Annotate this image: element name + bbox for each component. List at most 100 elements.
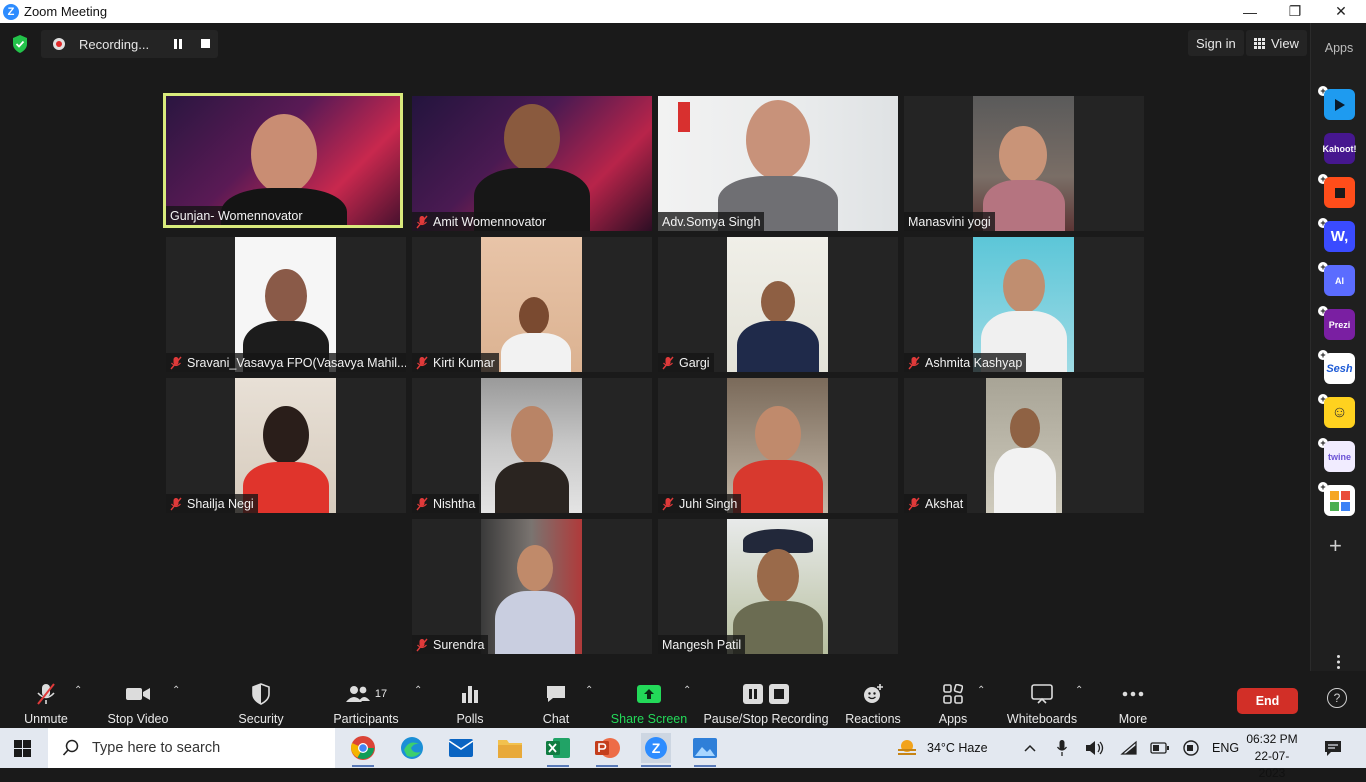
muted-mic-icon	[170, 497, 182, 510]
add-app-plus-icon[interactable]: +	[1329, 533, 1342, 559]
language-indicator[interactable]: ENG	[1212, 728, 1239, 768]
video-tile-somya[interactable]: Adv.Somya Singh	[658, 96, 898, 231]
video-tile-kirti[interactable]: Kirti Kumar	[412, 237, 652, 372]
meet-now-tray-icon[interactable]	[1182, 728, 1200, 768]
collage-app-icon[interactable]	[1324, 485, 1355, 516]
video-tile-akshat[interactable]: Akshat	[904, 378, 1144, 513]
encryption-shield-icon[interactable]	[10, 34, 30, 54]
whiteboards-options-caret-icon[interactable]: ⌃	[1075, 685, 1083, 696]
security-button[interactable]: Security	[234, 671, 288, 728]
unmute-button[interactable]: Unmute	[18, 671, 74, 728]
zoom-taskbar-icon[interactable]: Z	[641, 733, 671, 763]
chrome-taskbar-icon[interactable]	[348, 733, 378, 763]
polls-button[interactable]: Polls	[450, 671, 490, 728]
more-dots-icon	[1122, 691, 1144, 697]
photos-taskbar-icon[interactable]	[690, 733, 720, 763]
reactions-button[interactable]: Reactions	[844, 671, 902, 728]
video-camera-icon	[126, 688, 150, 700]
chat-options-caret-icon[interactable]: ⌃	[585, 685, 593, 696]
chat-button[interactable]: Chat	[536, 671, 576, 728]
share-options-caret-icon[interactable]: ⌃	[683, 685, 691, 696]
video-tile-ashmita[interactable]: Ashmita Kashyap	[904, 237, 1144, 372]
video-tile-gunjan[interactable]: Gunjan- Womennovator	[163, 93, 403, 228]
audio-options-caret-icon[interactable]: ⌃	[74, 685, 82, 696]
volume-tray-icon[interactable]	[1085, 728, 1105, 768]
participant-video	[727, 237, 828, 372]
participant-video	[235, 378, 336, 513]
pause-stop-recording-button[interactable]: Pause/Stop Recording	[703, 671, 829, 728]
apps-options-caret-icon[interactable]: ⌃	[977, 685, 985, 696]
whiteboards-button[interactable]: Whiteboards	[1004, 671, 1080, 728]
battery-tray-icon[interactable]	[1150, 728, 1170, 768]
file-explorer-taskbar-icon[interactable]	[495, 733, 525, 763]
participants-options-caret-icon[interactable]: ⌃	[414, 685, 422, 696]
grid-view-icon	[1254, 37, 1265, 49]
participant-video	[986, 378, 1062, 513]
mail-taskbar-icon[interactable]	[446, 733, 476, 763]
prezi-app-icon[interactable]: Prezi	[1324, 309, 1355, 340]
muted-mic-icon	[662, 497, 674, 510]
participant-video	[973, 96, 1074, 231]
microphone-tray-icon[interactable]	[1056, 728, 1068, 768]
video-tile-amit[interactable]: Amit Womennovator	[412, 96, 652, 231]
wooclap-app-icon[interactable]: W,	[1324, 221, 1355, 252]
polls-bar-chart-icon	[462, 686, 478, 703]
recording-indicator: Recording...	[41, 30, 218, 58]
apps-button[interactable]: Apps	[934, 671, 972, 728]
notifications-icon[interactable]	[1324, 728, 1342, 768]
show-hidden-icons-chevron-icon[interactable]	[1023, 728, 1037, 768]
help-question-icon[interactable]: ?	[1327, 688, 1347, 708]
share-screen-arrow-icon	[637, 685, 661, 703]
muted-mic-icon	[170, 356, 182, 369]
apps-sidebar: Apps + Kahoot! + + W, + AI + Prezi + Ses…	[1310, 23, 1366, 671]
minimize-button[interactable]: —	[1227, 0, 1273, 23]
stop-video-button[interactable]: Stop Video	[104, 671, 172, 728]
reactions-emoji-icon	[864, 684, 883, 703]
taskbar-search-box[interactable]: Type here to search	[48, 728, 335, 768]
video-tile-gargi[interactable]: Gargi	[658, 237, 898, 372]
video-tile-juhi[interactable]: Juhi Singh	[658, 378, 898, 513]
end-meeting-button[interactable]: End	[1237, 688, 1298, 714]
ai-assistant-app-icon[interactable]: AI	[1324, 265, 1355, 296]
powerpoint-taskbar-icon[interactable]	[592, 733, 622, 763]
sign-in-button[interactable]: Sign in	[1188, 30, 1244, 56]
participant-video	[658, 96, 898, 231]
slides-app-icon[interactable]	[1324, 177, 1355, 208]
video-tile-sravani[interactable]: Sravani_Vasavya FPO(Vasavya Mahil...	[166, 237, 406, 372]
pitch-app-icon[interactable]	[1324, 89, 1355, 120]
video-options-caret-icon[interactable]: ⌃	[172, 685, 180, 696]
weather-widget[interactable]: 34°C Haze	[896, 728, 988, 768]
participant-name: Surendra	[412, 635, 489, 654]
pause-recording-icon[interactable]	[172, 38, 184, 50]
video-tile-surendra[interactable]: Surendra	[412, 519, 652, 654]
kahoot-app-icon[interactable]: Kahoot!	[1323, 133, 1357, 164]
pause-stop-recording-icon	[743, 684, 789, 704]
participant-name: Juhi Singh	[658, 494, 742, 513]
stop-recording-icon[interactable]	[201, 39, 210, 48]
video-tile-manasvini[interactable]: Manasvini yogi	[904, 96, 1144, 231]
participant-name: Sravani_Vasavya FPO(Vasavya Mahil...	[166, 353, 406, 372]
wifi-tray-icon[interactable]	[1120, 728, 1138, 768]
excel-taskbar-icon[interactable]	[543, 733, 573, 763]
maximize-button[interactable]: ❐	[1272, 0, 1318, 23]
share-screen-button[interactable]: Share Screen	[611, 671, 687, 728]
muted-mic-icon	[416, 497, 428, 510]
muted-mic-icon	[416, 356, 428, 369]
taskbar-clock[interactable]: 06:32 PM 22-07-2023	[1242, 731, 1302, 782]
view-button[interactable]: View	[1246, 30, 1307, 56]
clock-date: 22-07-2023	[1254, 749, 1290, 780]
more-button[interactable]: More	[1113, 671, 1153, 728]
participant-name: Shailja Negi	[166, 494, 258, 513]
windows-start-icon[interactable]	[14, 740, 31, 757]
twine-app-icon[interactable]: twine	[1324, 441, 1355, 472]
close-window-button[interactable]: ✕	[1318, 0, 1364, 23]
video-tile-mangesh[interactable]: Mangesh Patil	[658, 519, 898, 654]
more-options-kebab-icon[interactable]	[1337, 655, 1340, 669]
participant-video	[481, 378, 582, 513]
video-tile-shailja[interactable]: Shailja Negi	[166, 378, 406, 513]
sesh-app-icon[interactable]: Sesh	[1324, 353, 1355, 384]
participants-button[interactable]: 17 Participants	[332, 671, 400, 728]
video-tile-nishtha[interactable]: Nishtha	[412, 378, 652, 513]
edge-taskbar-icon[interactable]	[397, 733, 427, 763]
emoji-app-icon[interactable]: ☺	[1324, 397, 1355, 428]
